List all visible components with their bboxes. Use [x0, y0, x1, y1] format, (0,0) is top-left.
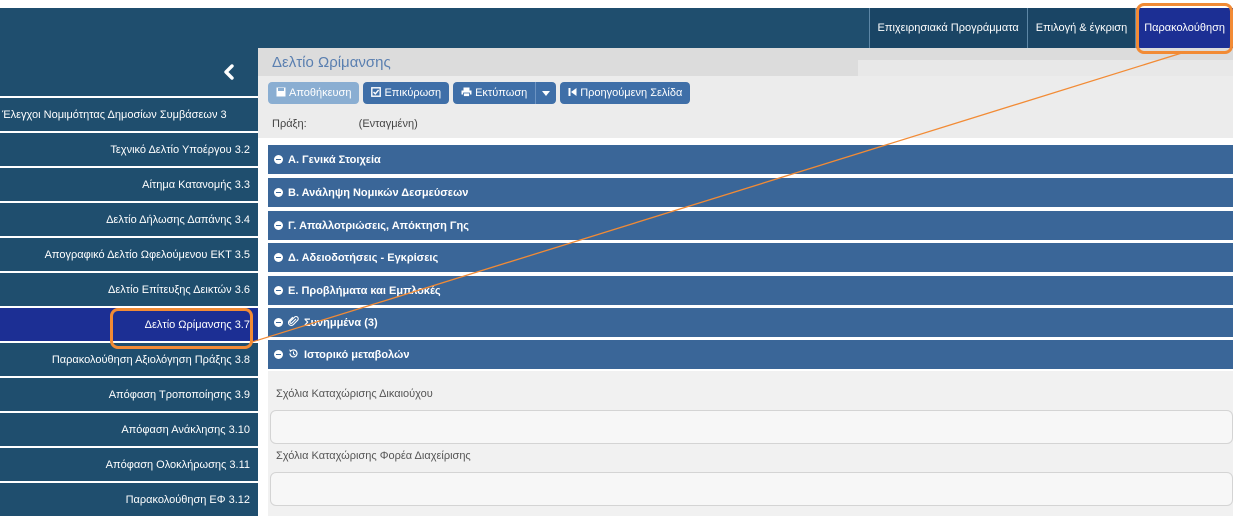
section-change-history[interactable]: Ιστορικό μεταβολών [268, 340, 1233, 369]
history-icon [288, 348, 299, 362]
sidebar-item-completion-decision[interactable]: Απόφαση Ολοκλήρωσης 3.11 [0, 448, 258, 481]
print-dropdown-toggle[interactable] [535, 82, 557, 104]
chevron-left-icon[interactable] [0, 48, 258, 96]
previous-page-button[interactable]: Προηγούμενη Σελίδα [560, 82, 691, 104]
page-title-bar: Δελτίο Ωρίμανσης [258, 48, 1233, 76]
sidebar-item-amendment-decision[interactable]: Απόφαση Τροποποίησης 3.9 [0, 378, 258, 411]
step-backward-icon [568, 87, 577, 100]
beneficiary-comments-field[interactable] [270, 410, 1233, 444]
project-label: Πράξη: [272, 118, 307, 130]
previous-page-button-label: Προηγούμενη Σελίδα [580, 87, 683, 99]
validate-button[interactable]: Επικύρωση [363, 82, 450, 104]
section-label: Α. Γενικά Στοιχεία [288, 153, 381, 166]
sidebar-item-expense-declaration[interactable]: Δελτίο Δήλωσης Δαπάνης 3.4 [0, 203, 258, 236]
section-legal-commitments[interactable]: Β. Ανάληψη Νομικών Δεσμεύσεων [268, 178, 1233, 207]
print-split-button: Εκτύπωση [453, 82, 557, 104]
save-icon [276, 87, 286, 100]
section-expropriations[interactable]: Γ. Απαλλοτριώσεις, Απόκτηση Γης [268, 211, 1233, 240]
sidebar-item-revocation-decision[interactable]: Απόφαση Ανάκλησης 3.10 [0, 413, 258, 446]
minus-circle-icon [274, 350, 283, 359]
minus-circle-icon [274, 221, 283, 230]
section-label: Συνημμένα (3) [304, 316, 378, 329]
nav-selection-approval[interactable]: Επιλογή & έγκριση [1026, 8, 1135, 48]
highlight-sidebar-maturity [110, 308, 253, 349]
print-button-label: Εκτύπωση [475, 87, 528, 99]
nav-operational-programs[interactable]: Επιχειρησιακά Προγράμματα [868, 8, 1027, 48]
caret-down-icon [542, 87, 551, 99]
sidebar-item-legality-checks[interactable]: Έλεγχοι Νομιμότητας Δημοσίων Συμβάσεων 3 [0, 98, 258, 131]
section-general-info[interactable]: Α. Γενικά Στοιχεία [268, 145, 1233, 174]
section-label: Ε. Προβλήματα και Εμπλοκές [288, 284, 441, 297]
managing-authority-comments-label: Σχόλια Καταχώρισης Φορέα Διαχείρισης [276, 450, 471, 462]
section-label: Ιστορικό μεταβολών [304, 348, 410, 361]
beneficiary-comments-label: Σχόλια Καταχώρισης Δικαιούχου [276, 388, 433, 400]
print-icon [461, 87, 472, 100]
page-title: Δελτίο Ωρίμανσης [272, 53, 391, 71]
comments-panel: Σχόλια Καταχώρισης Δικαιούχου Σχόλια Κατ… [268, 371, 1233, 516]
main-panel: Δελτίο Ωρίμανσης Αποθήκευση Επικύρωση Εκ… [258, 48, 1233, 516]
sidebar-item-technical-sheet[interactable]: Τεχνικό Δελτίο Υποέργου 3.2 [0, 133, 258, 166]
sidebar: Έλεγχοι Νομιμότητας Δημοσίων Συμβάσεων 3… [0, 48, 258, 516]
minus-circle-icon [274, 318, 283, 327]
section-label: Γ. Απαλλοτριώσεις, Απόκτηση Γης [288, 219, 469, 232]
project-info-row: Πράξη: (Ενταγμένη) [258, 110, 1233, 138]
paperclip-icon [287, 315, 299, 330]
save-button-label: Αποθήκευση [289, 87, 352, 99]
section-label: Β. Ανάληψη Νομικών Δεσμεύσεων [288, 186, 469, 199]
validate-button-label: Επικύρωση [384, 87, 442, 99]
section-licensing[interactable]: Δ. Αδειοδοτήσεις - Εγκρίσεις [268, 243, 1233, 272]
sidebar-item-beneficiary-registry[interactable]: Απογραφικό Δελτίο Ωφελούμενου ΕΚΤ 3.5 [0, 238, 258, 271]
sidebar-item-indicators[interactable]: Δελτίο Επίτευξης Δεικτών 3.6 [0, 273, 258, 306]
toolbar: Αποθήκευση Επικύρωση Εκτύπωση Προηγούμεν… [258, 76, 1233, 110]
minus-circle-icon [274, 286, 283, 295]
save-button[interactable]: Αποθήκευση [268, 82, 360, 104]
app-window: Επιχειρησιακά Προγράμματα Επιλογή & έγκρ… [0, 0, 1233, 516]
minus-circle-icon [274, 155, 283, 164]
minus-circle-icon [274, 188, 283, 197]
section-problems[interactable]: Ε. Προβλήματα και Εμπλοκές [268, 276, 1233, 305]
section-attachments[interactable]: Συνημμένα (3) [268, 308, 1233, 337]
managing-authority-comments-field[interactable] [270, 472, 1233, 506]
minus-circle-icon [274, 253, 283, 262]
check-square-icon [371, 86, 382, 100]
project-status: (Ενταγμένη) [358, 118, 418, 130]
section-label: Δ. Αδειοδοτήσεις - Εγκρίσεις [288, 251, 439, 264]
print-button[interactable]: Εκτύπωση [453, 82, 536, 104]
sidebar-item-allocation-request[interactable]: Αίτημα Κατανομής 3.3 [0, 168, 258, 201]
sidebar-item-ef-monitoring[interactable]: Παρακολούθηση ΕΦ 3.12 [0, 483, 258, 516]
highlight-nav-monitoring [1136, 3, 1233, 54]
